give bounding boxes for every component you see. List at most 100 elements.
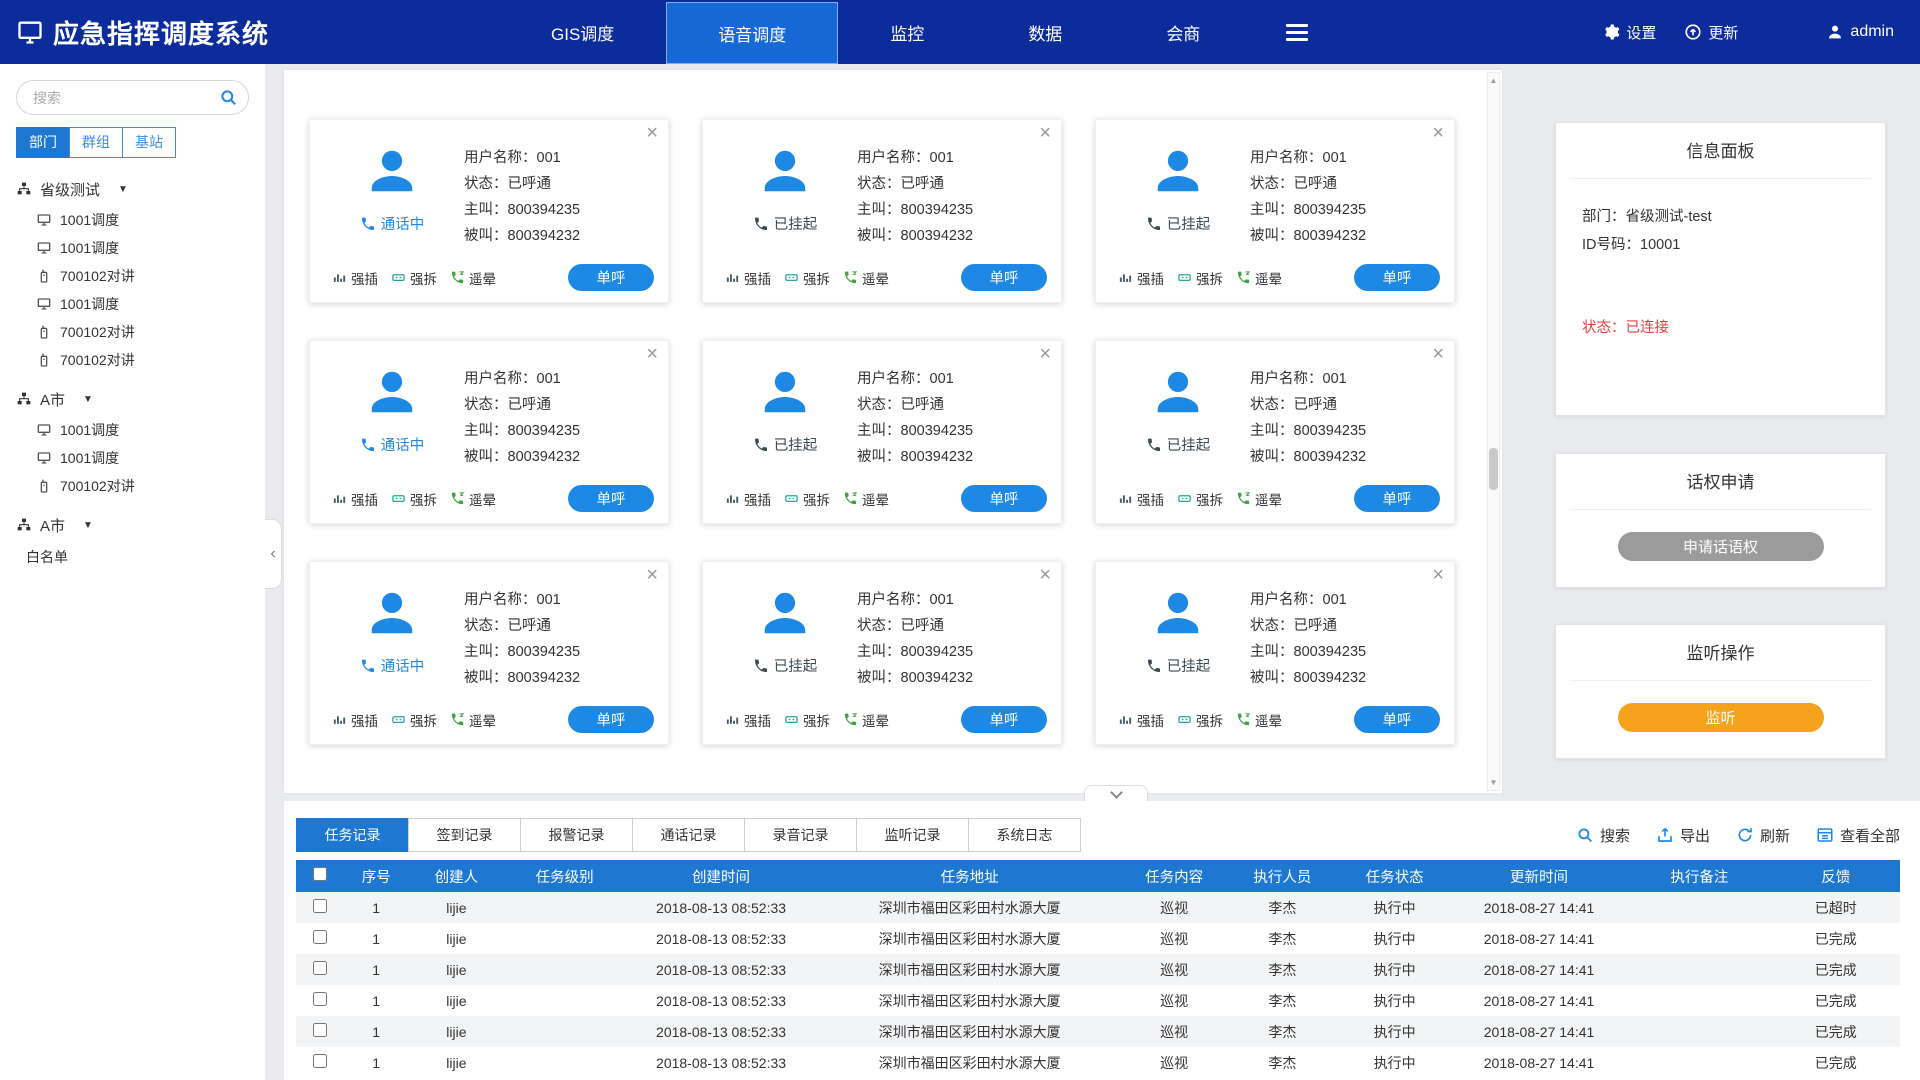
nav-tab-monitor[interactable]: 监控 [838,0,976,64]
cell-feedback[interactable]: 已超时 [1772,892,1900,923]
nav-tab-gis[interactable]: GIS调度 [499,0,666,64]
select-all-checkbox[interactable] [313,867,327,881]
single-call-button[interactable]: 单呼 [568,485,654,512]
force-split-action[interactable]: 强拆 [391,268,437,288]
force-split-action[interactable]: 强拆 [1177,710,1223,730]
force-insert-action[interactable]: 强插 [332,710,378,730]
remote-stun-action[interactable]: 遥晕 [450,268,496,288]
row-checkbox[interactable] [313,992,327,1006]
tab-call-records[interactable]: 通话记录 [632,818,745,852]
single-call-button[interactable]: 单呼 [1354,264,1440,291]
force-split-action[interactable]: 强拆 [784,489,830,509]
chevron-down-icon[interactable]: ▼ [83,394,93,405]
row-checkbox[interactable] [313,1023,327,1037]
close-icon[interactable]: × [1432,123,1444,143]
remote-stun-action[interactable]: 遥晕 [843,268,889,288]
tab-group[interactable]: 群组 [69,127,123,158]
table-row[interactable]: 1 lijie 2018-08-13 08:52:33 深圳市福田区彩田村水源大… [296,1047,1900,1078]
single-call-button[interactable]: 单呼 [961,485,1047,512]
remote-stun-action[interactable]: 遥晕 [450,710,496,730]
force-insert-action[interactable]: 强插 [725,489,771,509]
tree-item[interactable]: 1001调度 ▼ [0,206,265,234]
cards-scrollbar[interactable]: ▲ ▼ [1487,72,1500,791]
close-icon[interactable]: × [1432,344,1444,364]
cell-feedback[interactable]: 已完成 [1772,954,1900,985]
tab-alarm-records[interactable]: 报警记录 [520,818,633,852]
scrollbar-thumb[interactable] [1489,448,1498,490]
force-insert-action[interactable]: 强插 [1118,489,1164,509]
nav-tab-data[interactable]: 数据 [976,0,1114,64]
tree-item[interactable]: 1001调度 ▼ [0,416,265,444]
tab-listen-records[interactable]: 监听记录 [856,818,969,852]
tab-system-logs[interactable]: 系统日志 [968,818,1081,852]
cell-feedback[interactable]: 已完成 [1772,1047,1900,1078]
tab-recording-records[interactable]: 录音记录 [744,818,857,852]
row-checkbox[interactable] [313,899,327,913]
search-input[interactable] [16,80,249,115]
request-talk-right-button[interactable]: 申请话语权 [1618,532,1824,561]
close-icon[interactable]: × [1039,123,1051,143]
force-split-action[interactable]: 强拆 [391,710,437,730]
force-split-action[interactable]: 强拆 [1177,268,1223,288]
tree-item[interactable]: 700102对讲 ▼ [0,262,265,290]
single-call-button[interactable]: 单呼 [568,264,654,291]
chevron-down-icon[interactable]: ▼ [118,184,128,195]
tab-basestation[interactable]: 基站 [122,127,176,158]
force-insert-action[interactable]: 强插 [1118,710,1164,730]
scroll-up-icon[interactable]: ▲ [1488,76,1499,85]
refresh-button[interactable]: 刷新 [1736,825,1790,846]
bottom-collapse-button[interactable] [1084,785,1148,801]
tree-item[interactable]: A市 ▼ [0,382,265,416]
tree-item[interactable]: 700102对讲 ▼ [0,346,265,374]
tree-item[interactable]: A市 ▼ [0,508,265,542]
tree-item[interactable]: 白名单 ▼ [0,542,265,572]
close-icon[interactable]: × [646,344,658,364]
row-checkbox[interactable] [313,930,327,944]
single-call-button[interactable]: 单呼 [1354,706,1440,733]
remote-stun-action[interactable]: 遥晕 [450,489,496,509]
single-call-button[interactable]: 单呼 [961,706,1047,733]
tree-item[interactable]: 1001调度 ▼ [0,234,265,262]
force-split-action[interactable]: 强拆 [784,710,830,730]
update-button[interactable]: 更新 [1684,22,1738,43]
single-call-button[interactable]: 单呼 [1354,485,1440,512]
row-checkbox[interactable] [313,1054,327,1068]
tree-item[interactable]: 1001调度 ▼ [0,290,265,318]
cell-feedback[interactable]: 已完成 [1772,1016,1900,1047]
tree-item[interactable]: 省级测试 ▼ [0,172,265,206]
remote-stun-action[interactable]: 遥晕 [843,489,889,509]
sidebar-collapse-handle[interactable]: ‹ [265,519,282,589]
table-row[interactable]: 1 lijie 2018-08-13 08:52:33 深圳市福田区彩田村水源大… [296,1016,1900,1047]
search-icon[interactable] [219,88,238,107]
close-icon[interactable]: × [1039,565,1051,585]
scroll-down-icon[interactable]: ▼ [1488,778,1499,787]
listen-button[interactable]: 监听 [1618,703,1824,732]
tab-task-records[interactable]: 任务记录 [296,818,409,852]
force-insert-action[interactable]: 强插 [725,710,771,730]
single-call-button[interactable]: 单呼 [961,264,1047,291]
close-icon[interactable]: × [646,123,658,143]
chevron-down-icon[interactable]: ▼ [83,520,93,531]
cell-feedback[interactable]: 已完成 [1772,923,1900,954]
tab-department[interactable]: 部门 [16,127,70,158]
tree-item[interactable]: 1001调度 ▼ [0,444,265,472]
table-row[interactable]: 1 lijie 2018-08-13 08:52:33 深圳市福田区彩田村水源大… [296,985,1900,1016]
cell-feedback[interactable]: 已完成 [1772,985,1900,1016]
table-row[interactable]: 1 lijie 2018-08-13 08:52:33 深圳市福田区彩田村水源大… [296,954,1900,985]
tab-checkin-records[interactable]: 签到记录 [408,818,521,852]
table-row[interactable]: 1 lijie 2018-08-13 08:52:33 深圳市福田区彩田村水源大… [296,923,1900,954]
view-all-button[interactable]: 查看全部 [1816,825,1900,846]
force-split-action[interactable]: 强拆 [1177,489,1223,509]
tree-item[interactable]: 700102对讲 ▼ [0,318,265,346]
force-split-action[interactable]: 强拆 [391,489,437,509]
force-insert-action[interactable]: 强插 [1118,268,1164,288]
close-icon[interactable]: × [1432,565,1444,585]
menu-icon[interactable] [1252,0,1342,64]
user-menu[interactable]: admin [1826,23,1894,41]
remote-stun-action[interactable]: 遥晕 [1236,489,1282,509]
force-split-action[interactable]: 强拆 [784,268,830,288]
remote-stun-action[interactable]: 遥晕 [843,710,889,730]
row-checkbox[interactable] [313,961,327,975]
table-row[interactable]: 1 lijie 2018-08-13 08:52:33 深圳市福田区彩田村水源大… [296,892,1900,923]
nav-tab-meeting[interactable]: 会商 [1114,0,1252,64]
